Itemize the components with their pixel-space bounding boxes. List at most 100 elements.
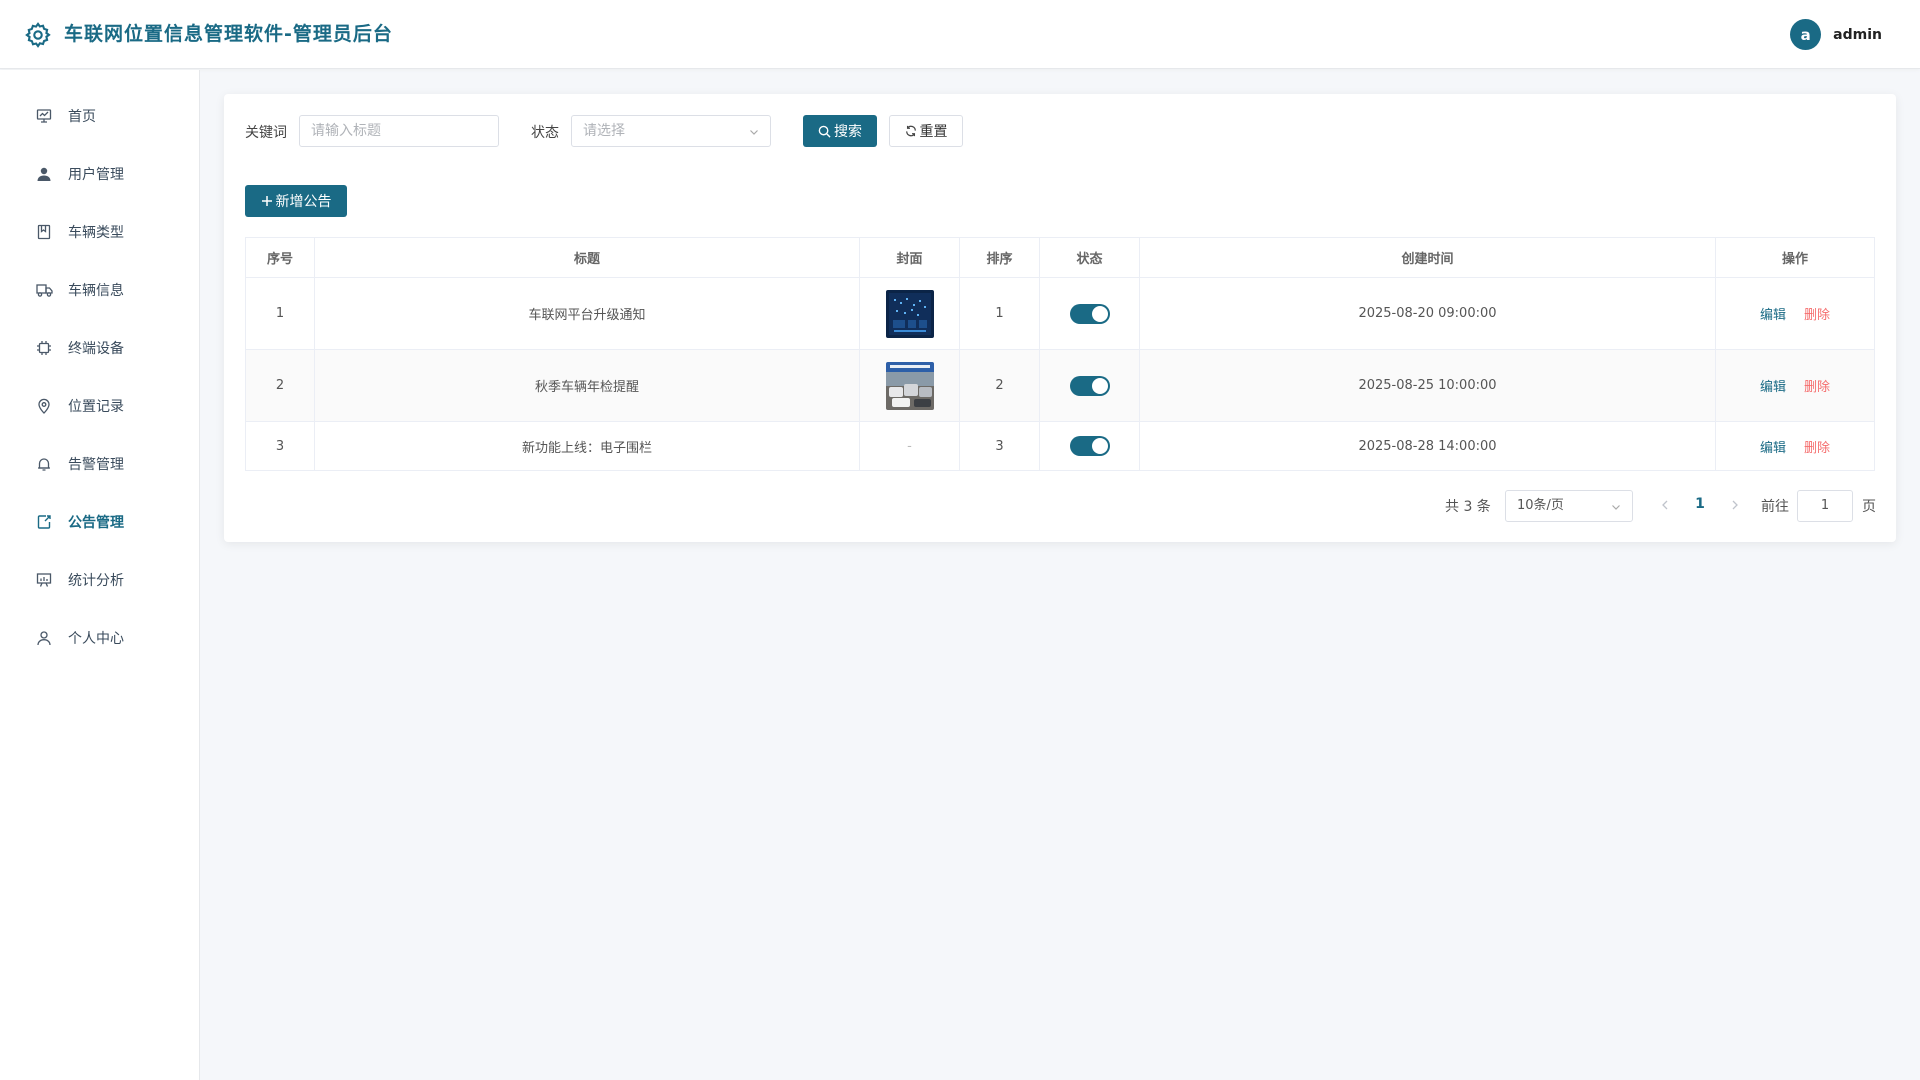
bookmark-icon [35,223,53,241]
sidebar-item-label: 用户管理 [68,167,124,183]
status-cell [1040,278,1140,349]
chevron-right-icon[interactable] [1728,498,1742,512]
column-header: 标题 [315,238,860,277]
operations-cell: 编辑 删除 [1716,278,1874,349]
person-outline-icon [35,629,53,647]
sidebar-item-vehicle-info[interactable]: 车辆信息 [0,266,199,314]
dashboard-icon [35,107,53,125]
edit-link[interactable]: 编辑 [1760,304,1786,323]
chevron-down-icon [1612,505,1620,510]
sidebar-item-label: 首页 [68,109,96,125]
column-header: 操作 [1716,238,1874,277]
sidebar-item-profile[interactable]: 个人中心 [0,614,199,662]
username[interactable]: admin [1833,27,1882,43]
sidebar-item-label: 终端设备 [68,341,124,357]
table-row: 1 车联网平台升级通知 1 2025-08-20 09:00:00 编辑 删除 [246,278,1874,350]
row-title: 秋季车辆年检提醒 [315,350,860,421]
sidebar-item-label: 车辆信息 [68,283,124,299]
sidebar-item-vehicle-types[interactable]: 车辆类型 [0,208,199,256]
keyword-input[interactable]: 请输入标题 [299,115,499,147]
column-header: 状态 [1040,238,1140,277]
search-button-label: 搜索 [834,124,862,140]
status-toggle[interactable] [1069,375,1110,396]
sidebar-item-announcements[interactable]: 公告管理 [0,498,199,546]
column-header: 序号 [246,238,315,277]
goto-label: 前往 [1761,499,1789,515]
dashboard-screen-image[interactable] [885,289,934,338]
delete-link[interactable]: 删除 [1804,437,1830,456]
status-toggle[interactable] [1069,303,1110,324]
sidebar-item-home[interactable]: 首页 [0,92,199,140]
delete-link[interactable]: 删除 [1804,376,1830,395]
row-index: 3 [246,422,315,470]
row-created: 2025-08-20 09:00:00 [1140,278,1716,349]
column-header: 排序 [960,238,1040,277]
sidebar-item-users[interactable]: 用户管理 [0,150,199,198]
pagination: 共 3 条 10条/页 1 前往 1 页 [224,490,1896,522]
cover-cell [860,278,960,349]
avatar[interactable]: a [1790,19,1822,50]
page-size-select[interactable]: 10条/页 [1505,490,1633,522]
announcement-table: 序号 标题 封面 排序 状态 创建时间 操作 1 车联网平台升级通知 1 202… [245,237,1875,471]
status-toggle[interactable] [1069,436,1110,456]
sidebar-item-label: 位置记录 [68,399,124,415]
page-size-value: 10条/页 [1517,498,1564,513]
location-pin-icon [35,397,53,415]
status-label: 状态 [531,125,559,141]
row-index: 2 [246,350,315,421]
operations-cell: 编辑 删除 [1716,350,1874,421]
notice-icon [35,513,53,531]
sidebar-item-label: 个人中心 [68,631,124,647]
table-header: 序号 标题 封面 排序 状态 创建时间 操作 [246,238,1874,278]
total-count: 共 3 条 [1445,499,1491,515]
page-number-current[interactable]: 1 [1690,496,1710,512]
edit-link[interactable]: 编辑 [1760,437,1786,456]
sidebar-item-label: 车辆类型 [68,225,124,241]
refresh-icon [905,125,916,137]
search-icon [818,125,831,138]
sidebar-item-devices[interactable]: 终端设备 [0,324,199,372]
toggle-knob [1091,377,1108,394]
reset-button-label: 重置 [919,124,948,140]
goto-page-input[interactable]: 1 [1797,490,1853,522]
status-cell [1040,350,1140,421]
row-title: 新功能上线：电子围栏 [315,422,860,470]
keyword-label: 关键词 [245,125,287,141]
sidebar-item-location-records[interactable]: 位置记录 [0,382,199,430]
row-sort: 3 [960,422,1040,470]
sidebar-item-label: 统计分析 [68,573,124,589]
chart-board-icon [35,571,53,589]
user-menu[interactable]: a admin [1790,19,1882,50]
row-created: 2025-08-25 10:00:00 [1140,350,1716,421]
row-sort: 1 [960,278,1040,349]
sidebar-item-alarms[interactable]: 告警管理 [0,440,199,488]
sidebar-item-label: 公告管理 [68,515,124,531]
status-cell [1040,422,1140,470]
plus-icon [261,196,272,206]
search-button[interactable]: 搜索 [803,115,877,147]
sidebar: 首页 用户管理 车辆类型 车辆信息 终端设备 位置记录 告警管理 公告管理 统计… [0,70,200,1080]
column-header: 封面 [860,238,960,277]
edit-link[interactable]: 编辑 [1760,376,1786,395]
sidebar-item-statistics[interactable]: 统计分析 [0,556,199,604]
reset-button[interactable]: 重置 [889,115,963,147]
row-sort: 2 [960,350,1040,421]
announcement-panel: 关键词 请输入标题 状态 请选择 搜索 重置 新增公告 序号 标题 封面 排序 … [224,94,1896,542]
add-announcement-button[interactable]: 新增公告 [245,185,347,217]
chevron-left-icon[interactable] [1658,498,1672,512]
row-created: 2025-08-28 14:00:00 [1140,422,1716,470]
column-header: 创建时间 [1140,238,1716,277]
app-title: 车联网位置信息管理软件-管理员后台 [64,23,393,45]
vehicle-inspection-station-image[interactable] [885,361,934,410]
top-header: 车联网位置信息管理软件-管理员后台 a admin [0,0,1920,69]
cover-cell [860,350,960,421]
sidebar-item-label: 告警管理 [68,457,124,473]
row-index: 1 [246,278,315,349]
table-row: 2 秋季车辆年检提醒 2 2025-08-25 10:00:00 编辑 删除 [246,350,1874,422]
row-title: 车联网平台升级通知 [315,278,860,349]
delete-link[interactable]: 删除 [1804,304,1830,323]
user-icon [35,165,53,183]
chevron-down-icon [750,130,758,135]
status-select-placeholder: 请选择 [583,123,625,139]
status-select[interactable]: 请选择 [571,115,771,147]
